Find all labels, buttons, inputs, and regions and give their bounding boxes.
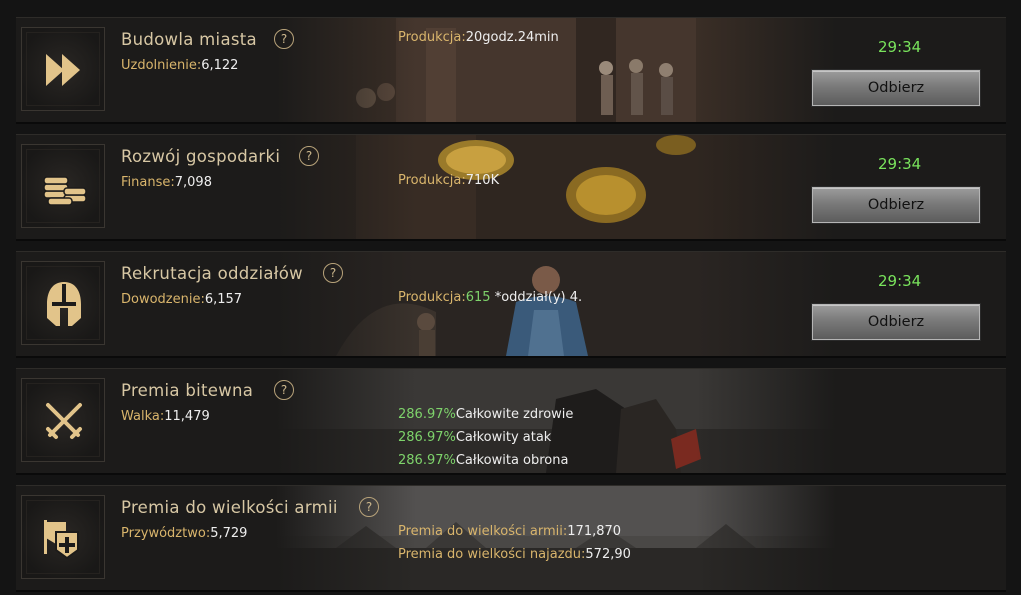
collect-timer: 29:34 [878,38,922,56]
help-icon[interactable]: ? [299,146,319,166]
help-icon[interactable]: ? [359,497,379,517]
row-recruitment: Rekrutacja oddziałów ? Dowodzenie:6,157 … [16,251,1006,358]
collect-button[interactable]: Odbierz [812,70,980,106]
row-title: Budowla miasta [121,30,257,49]
help-icon[interactable]: ? [274,380,294,400]
production-line: Produkcja:615 *oddział(y) 4. [398,290,583,305]
row-title: Rekrutacja oddziałów [121,264,303,283]
recruitment-icon-frame [21,261,105,345]
stat: Finanse:7,098 [121,175,212,190]
row-title: Premia bitewna [121,381,254,400]
row-title: Premia do wielkości armii [121,498,338,517]
bonus-line: 286.97%Całkowity atak [398,430,552,445]
row-battle-bonus: Premia bitewna ? Walka:11,479 286.97%Cał… [16,368,1006,475]
army-bonus-line: Premia do wielkości armii:171,870 [398,524,622,539]
row-city-building: Budowla miasta ? Uzdolnienie:6,122 Produ… [16,17,1006,124]
bonus-line: 286.97%Całkowita obrona [398,453,569,468]
row-title: Rozwój gospodarki [121,147,281,166]
production-line: Produkcja:710K [398,173,500,188]
army-size-icon-frame [21,495,105,579]
economy-icon-frame [21,144,105,228]
background-art [276,135,836,239]
stat: Przywództwo:5,729 [121,526,248,541]
bonus-line: 286.97%Całkowite zdrowie [398,407,574,422]
helmet-icon [47,282,81,326]
city-building-icon-frame [21,27,105,111]
collect-timer: 29:34 [878,155,922,173]
fast-forward-icon [46,54,80,86]
crossed-swords-icon [46,403,82,439]
stat: Uzdolnienie:6,122 [121,58,239,73]
battle-bonus-icon-frame [21,378,105,462]
army-banner-icon [44,520,79,560]
collect-timer: 29:34 [878,272,922,290]
stat: Walka:11,479 [121,409,210,424]
collect-button[interactable]: Odbierz [812,304,980,340]
help-icon[interactable]: ? [323,263,343,283]
raid-bonus-line: Premia do wielkości najazdu:572,90 [398,547,631,562]
row-economy: Rozwój gospodarki ? Finanse:7,098 Produk… [16,134,1006,241]
row-army-size: Premia do wielkości armii ? Przywództwo:… [16,485,1006,592]
production-line: Produkcja:20godz.24min [398,30,559,45]
collect-button[interactable]: Odbierz [812,187,980,223]
stat: Dowodzenie:6,157 [121,292,243,307]
help-icon[interactable]: ? [274,29,294,49]
coin-stack-icon [43,176,87,206]
